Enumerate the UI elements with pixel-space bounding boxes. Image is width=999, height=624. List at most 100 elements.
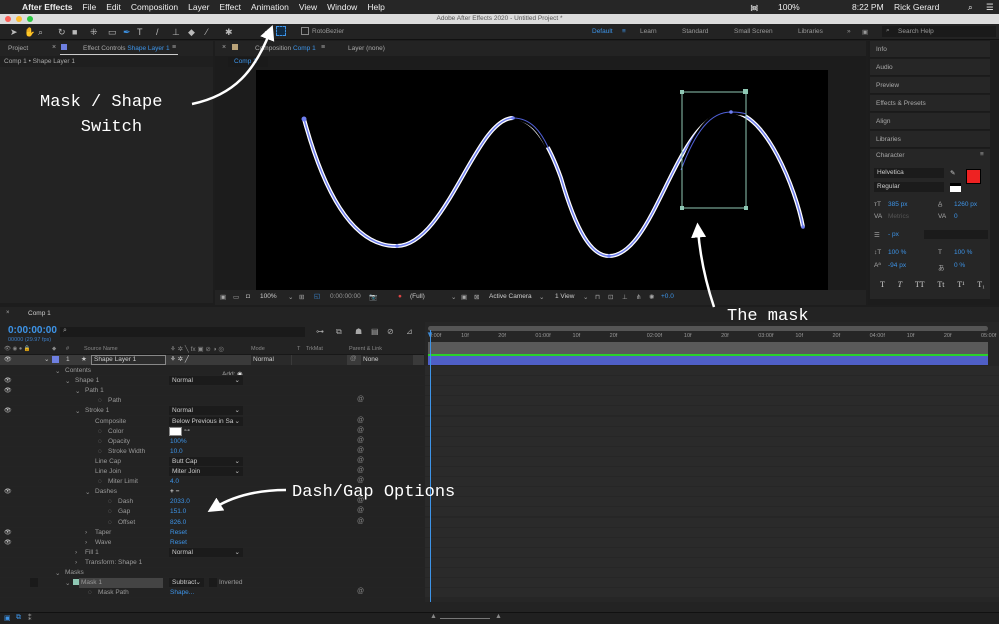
trkmat-dropdown[interactable] [292,355,347,365]
property-row[interactable]: › Fill 1 Normal ⌄ [0,547,424,558]
graph-editor-icon[interactable]: ⊿ [406,327,413,336]
twirl-closed-icon[interactable]: › [85,529,87,536]
faux-italic-button[interactable]: T [898,280,902,289]
property-row[interactable]: ⌄ Mask 1 Subtract ⌄ Inverted [0,578,424,589]
shy-switch-icon[interactable]: ⚘ ✲ ╱ [170,355,189,363]
faux-bold-button[interactable]: T [880,280,885,289]
pick-whip-icon[interactable]: @ [357,588,364,595]
roto-brush-tool-icon[interactable]: ⁄ [206,27,208,37]
menu-help[interactable]: Help [367,2,384,12]
close-tab-icon[interactable]: × [52,44,56,51]
pick-whip-icon[interactable]: @ [357,437,364,444]
panel-effects-presets[interactable]: Effects & Presets [870,95,990,112]
zoom-in-icon[interactable]: ▲ [495,613,502,620]
wifi-icon[interactable]: ᯼ [750,2,759,13]
tab-effect-controls[interactable]: Effect Controls Shape Layer 1 [83,45,170,52]
monitor-icon[interactable]: ▭ [233,293,239,301]
menu-edit[interactable]: Edit [106,2,121,12]
time-navigator[interactable] [428,326,988,331]
font-size-value[interactable]: 385 px [888,201,908,208]
draft-3d-icon[interactable]: ⧉ [336,327,342,337]
close-tab-icon[interactable]: × [222,44,226,51]
snapshot-icon[interactable]: 📷 [369,293,377,301]
leading-value[interactable]: 1260 px [954,201,977,208]
stopwatch-icon[interactable]: ◌ [98,428,102,435]
type-tool-icon[interactable]: T [137,27,143,37]
mode-header[interactable]: Mode [251,346,265,352]
twirl-open-icon[interactable]: ⌄ [85,488,90,496]
stopwatch-icon[interactable]: ◌ [98,397,102,404]
property-row[interactable]: 👁 ⌄ Stroke 1 Normal ⌄ [0,406,424,417]
pixel-aspect-icon[interactable]: ⊓ [595,293,600,301]
comp-canvas[interactable] [256,70,828,290]
property-value[interactable]: 4.0 [170,478,179,485]
brush-tool-icon[interactable]: / [156,27,159,37]
mask-lock-box[interactable] [30,578,38,588]
stroke-color-swatch[interactable] [169,426,182,436]
always-preview-icon[interactable]: ▣ [220,293,226,301]
pick-whip-icon[interactable]: @ [357,457,364,464]
eyedropper-icon[interactable]: ✎ [950,169,955,177]
zoom-out-icon[interactable]: ▲ [430,613,437,620]
panel-menu-icon[interactable]: ≡ [321,44,325,51]
parent-dropdown[interactable]: None [361,355,413,365]
more-workspaces-icon[interactable]: » [847,28,851,35]
property-value[interactable]: 151.0 [170,508,186,515]
property-value[interactable]: 2033.0 [170,498,190,505]
current-time-indicator[interactable] [430,330,431,602]
workspace-default[interactable]: Default [592,28,613,35]
workspace-learn[interactable]: Learn [640,28,657,35]
visibility-eye-icon[interactable]: 👁 [4,488,12,495]
vertical-scale-value[interactable]: 100 % [888,249,906,256]
tool-creates-shape-icon[interactable]: ★ [264,27,272,38]
clock[interactable]: 8:22 PM [852,2,884,12]
property-value[interactable]: 826.0 [170,519,186,526]
pick-whip-icon[interactable]: @ [357,518,364,525]
twirl-open-icon[interactable]: ⌄ [65,377,70,385]
timeline-icon[interactable]: ⊥ [622,293,628,301]
toggle-mask-visibility-icon[interactable]: ◱ [314,292,320,300]
modes-toggle-icon[interactable]: ⧉ [16,614,21,622]
view-layout-dropdown[interactable]: 1 View [555,293,574,300]
visibility-eye-icon[interactable]: 👁 [4,407,12,414]
region-of-interest-icon[interactable]: ▣ [461,293,467,301]
stopwatch-icon[interactable]: ◌ [108,519,112,526]
property-dropdown[interactable]: Below Previous in Sa ⌄ [169,416,243,426]
twirl-open-icon[interactable]: ⌄ [75,407,80,415]
flowchart-icon[interactable]: ⋔ [636,293,641,301]
property-row[interactable]: ◌ Color ⊶ @ [0,426,424,437]
baseline-shift-value[interactable]: -94 px [888,262,906,269]
twirl-open-icon[interactable]: ⌄ [65,579,70,587]
font-family-dropdown[interactable]: Helvetica [874,168,944,178]
minimize-window-button[interactable] [16,16,22,22]
panel-audio[interactable]: Audio [870,59,990,76]
workspace-menu-icon[interactable]: ≡ [622,28,626,35]
twirl-closed-icon[interactable]: › [85,539,87,546]
property-row[interactable]: ◌ Opacity 100% @ [0,437,424,447]
timeline-tab[interactable]: Comp 1 [28,310,51,317]
channels-icon[interactable]: ● [398,293,402,300]
property-dropdown[interactable]: Butt Cap ⌄ [169,456,243,466]
property-row[interactable]: ◌ Path @ [0,396,424,407]
camera-tool-icon[interactable]: ■ [72,27,77,37]
property-row[interactable]: ◌ Mask Path Shape... @ [0,588,424,599]
tsume-value[interactable]: 0 % [954,262,965,269]
property-row[interactable]: ◌ Stroke Width 10.0 @ [0,447,424,457]
dash-add-remove-buttons[interactable]: + − [170,488,179,495]
menu-animation[interactable]: Animation [251,2,289,12]
tracking-value[interactable]: 0 [954,213,958,220]
frame-blending-icon[interactable]: ▤ [371,327,379,336]
panel-libraries[interactable]: Libraries [870,131,990,148]
tab-layer[interactable]: Layer (none) [348,45,385,52]
resolution-dropdown[interactable]: (Full) [410,293,425,300]
twirl-closed-icon[interactable]: › [75,549,77,556]
visibility-eye-icon[interactable]: 👁 [4,387,12,394]
stroke-width-value[interactable]: - px [888,231,899,238]
close-window-button[interactable] [5,16,11,22]
pick-whip-icon[interactable]: @ [357,396,364,403]
property-row[interactable]: 👁 ⌄ Path 1 [0,386,424,397]
user-name[interactable]: Rick Gerard [894,2,939,12]
menu-effect[interactable]: Effect [219,2,241,12]
font-style-dropdown[interactable]: Regular [874,182,944,192]
safe-margins-icon[interactable]: ⊞ [299,293,304,301]
